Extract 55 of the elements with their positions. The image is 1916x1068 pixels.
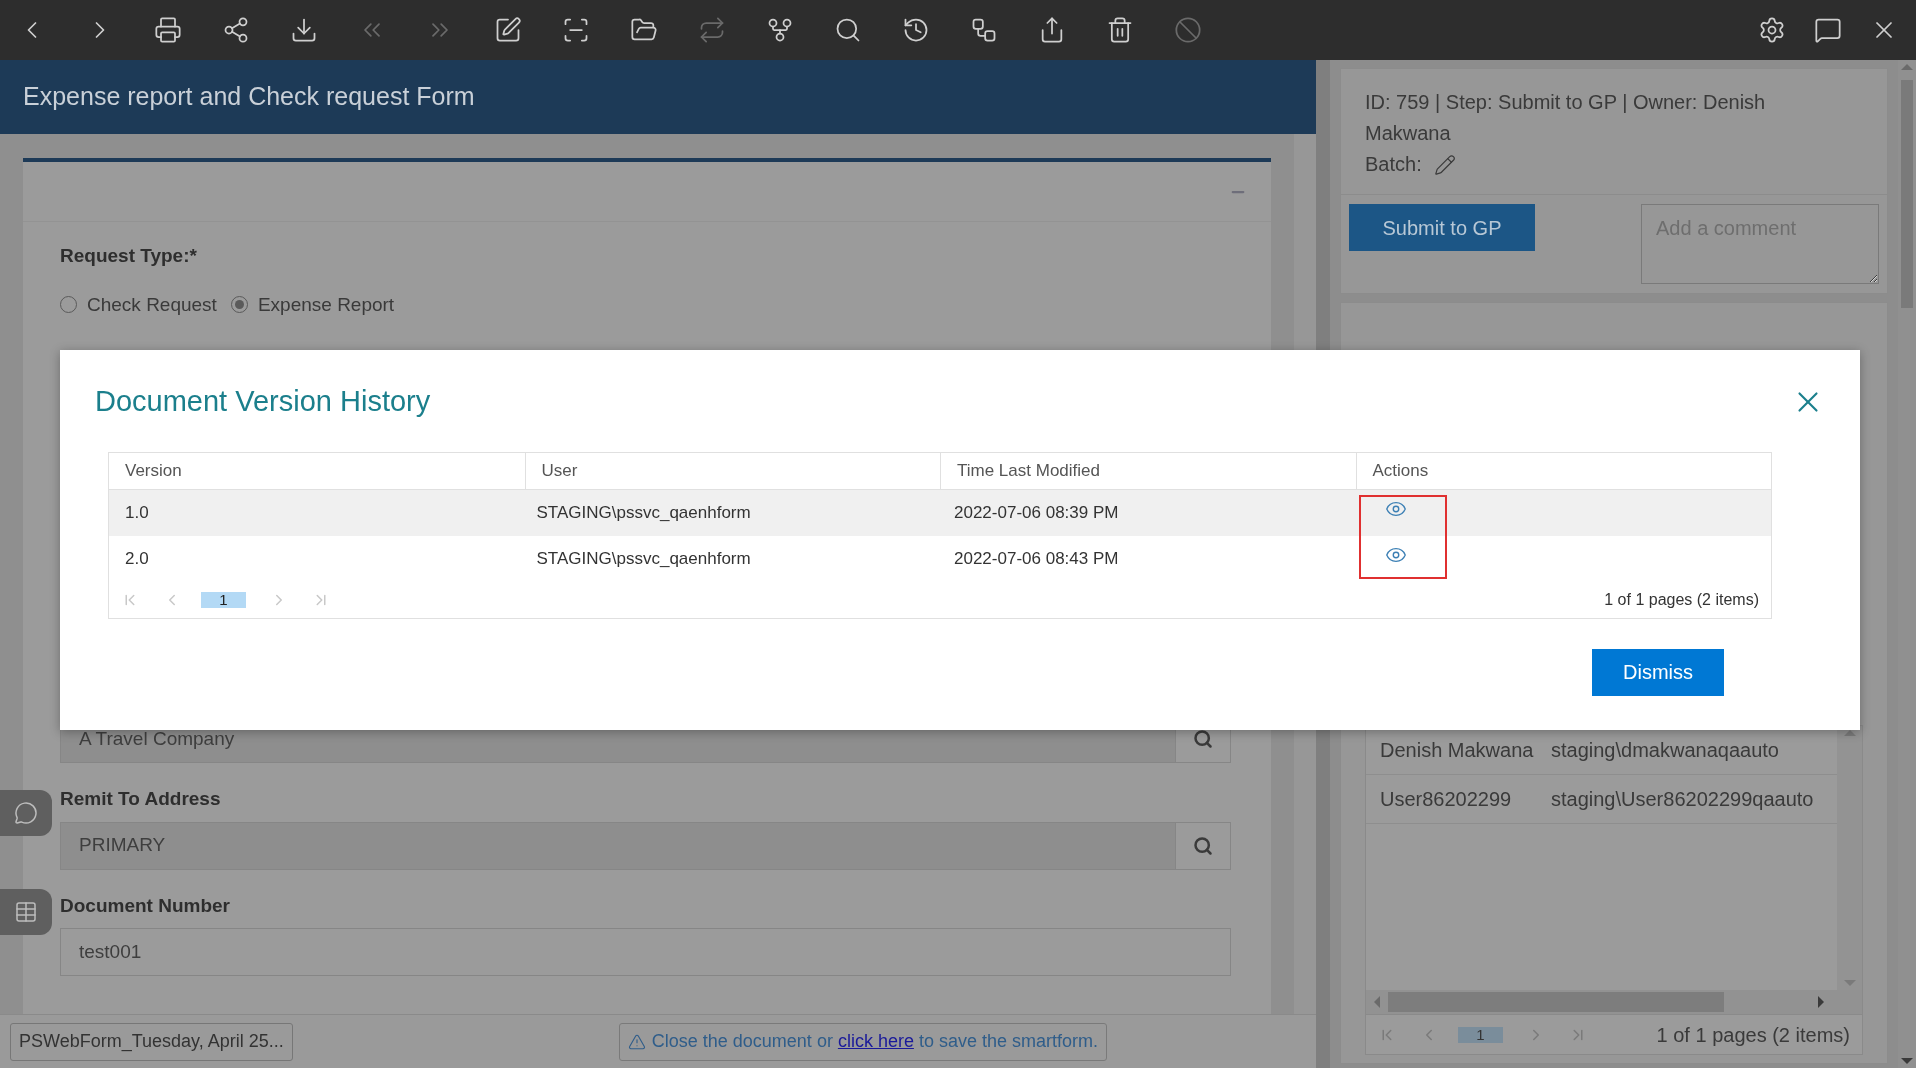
form-title: Expense report and Check request Form [23,81,475,113]
field-label: Document Number [60,893,231,918]
history-icon[interactable] [902,16,930,44]
pencil-icon[interactable] [1433,153,1456,176]
column-header: User [524,452,940,489]
settings-icon[interactable] [1758,16,1786,44]
dialog-title: Document Version History [95,384,431,419]
save-notice: Close the document or click here to save the smartform. [618,1022,1107,1061]
batch-label: Batch: [1365,152,1422,177]
edit-icon[interactable] [494,16,522,44]
table-cell-text: staging\User86202299qaauto [1551,787,1814,812]
input-field[interactable]: PRIMARY [60,821,1231,870]
trash-icon[interactable] [1106,16,1134,44]
column-header: Actions [1355,452,1771,489]
dismiss-button[interactable]: Dismiss [1592,648,1724,696]
comments-icon [14,801,38,825]
document-tab[interactable]: PSWebForm_Tuesday, April 25... [10,1022,293,1061]
search-icon [1193,729,1213,749]
printer-icon[interactable] [154,16,182,44]
table-cell-text: 2022-07-06 08:43 PM [953,547,1120,570]
page-button[interactable]: 1 [201,591,246,608]
save-link[interactable]: click here [837,1031,914,1051]
branch-icon[interactable] [766,16,794,44]
page-summary: 1 of 1 pages (2 items) [1656,1022,1850,1048]
table-icon [14,900,38,924]
column-header: Time Last Modified [940,452,1356,489]
table-cell-text: User86202299 [1379,787,1513,812]
field-label: Request Type:* [60,244,198,268]
horizontal-scrollbar[interactable] [1366,990,1862,1014]
scanner-icon[interactable] [562,16,590,44]
table-cell-text: Denish Makwana [1379,738,1535,763]
download-icon[interactable] [290,16,318,44]
page-summary: 1 of 1 pages (2 items) [1604,589,1759,610]
share-icon[interactable] [222,16,250,44]
table-cell-text: 2022-07-06 08:39 PM [953,501,1120,524]
search-icon [1193,835,1213,856]
workflow-icon[interactable] [970,16,998,44]
table-cell-text: STAGING\pssvc_qaenhform [535,547,752,570]
radio-option[interactable]: Check Request [60,290,217,319]
table-cell-text: STAGING\pssvc_qaenhform [535,501,752,524]
feedback-icon[interactable] [1814,16,1842,44]
side-tab[interactable] [0,889,52,935]
table-cell-text: staging\dmakwanaqaauto [1551,738,1779,763]
column-header: Version [124,459,183,482]
document-info: ID: 759 | Step: Submit to GP | Owner: Denish Makwana [1365,90,1767,146]
submit-button[interactable]: Submit to GP [1349,204,1535,251]
search-icon[interactable] [834,16,862,44]
page-button[interactable]: 1 [1458,1026,1503,1043]
radio-option[interactable]: Expense Report [230,290,395,319]
field-label: Remit To Address [60,787,222,811]
table-cell-text: 1.0 [124,501,150,524]
input-field[interactable]: test001 [60,928,1231,976]
warning-icon [627,1032,646,1051]
table-cell-text: 2.0 [124,547,150,570]
side-tab[interactable] [0,790,52,836]
